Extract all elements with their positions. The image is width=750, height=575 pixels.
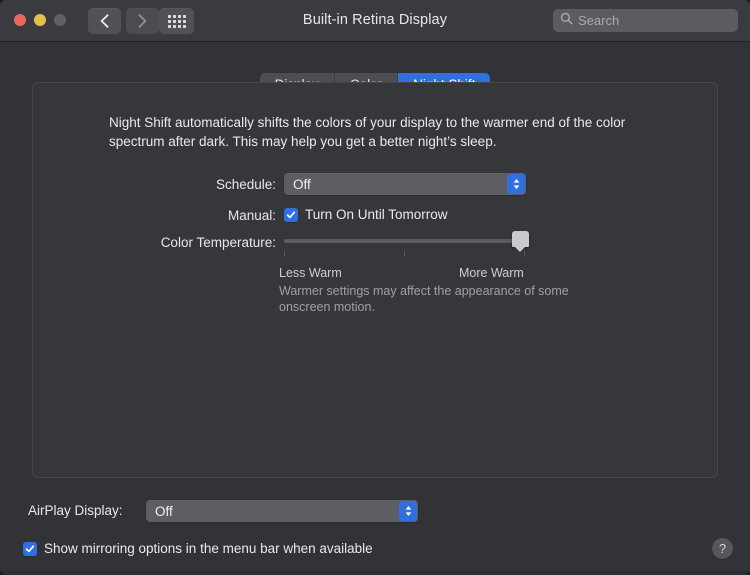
chevron-up-down-icon — [399, 501, 417, 521]
show-mirroring-options-label: Show mirroring options in the menu bar w… — [44, 541, 373, 556]
show-mirroring-options-row[interactable]: Show mirroring options in the menu bar w… — [23, 541, 373, 556]
window-bottom-edge — [0, 571, 750, 575]
slider-min-caption: Less Warm — [279, 266, 342, 280]
color-temperature-slider[interactable] — [284, 235, 526, 249]
slider-tick-mid — [404, 251, 405, 256]
color-temperature-label: Color Temperature: — [76, 235, 276, 250]
show-mirroring-options-checkbox[interactable] — [23, 542, 37, 556]
search-icon — [560, 12, 573, 30]
search-placeholder: Search — [578, 13, 619, 28]
chevron-up-down-icon — [507, 174, 525, 194]
turn-on-until-tomorrow-label: Turn On Until Tomorrow — [305, 207, 448, 222]
titlebar: Built-in Retina Display Search — [0, 0, 750, 42]
airplay-display-popup-button[interactable]: Off — [146, 500, 418, 522]
slider-thumb[interactable] — [512, 231, 529, 247]
night-shift-panel: Night Shift automatically shifts the col… — [32, 82, 718, 478]
turn-on-until-tomorrow-checkbox[interactable] — [284, 208, 298, 222]
airplay-display-value: Off — [146, 504, 399, 519]
schedule-label: Schedule: — [76, 177, 276, 192]
slider-track — [284, 239, 526, 243]
help-button[interactable]: ? — [712, 538, 733, 559]
slider-max-caption: More Warm — [459, 266, 524, 280]
schedule-value: Off — [284, 177, 507, 192]
airplay-display-label: AirPlay Display: — [28, 503, 123, 518]
preferences-window: Built-in Retina Display Search Display C… — [0, 0, 750, 575]
search-field[interactable]: Search — [553, 9, 738, 32]
night-shift-description: Night Shift automatically shifts the col… — [109, 113, 679, 151]
manual-label: Manual: — [76, 208, 276, 223]
color-temperature-note: Warmer settings may affect the appearanc… — [279, 283, 579, 315]
schedule-popup-button[interactable]: Off — [284, 173, 526, 195]
turn-on-until-tomorrow-row[interactable]: Turn On Until Tomorrow — [284, 207, 448, 222]
slider-tick-min — [284, 251, 285, 256]
